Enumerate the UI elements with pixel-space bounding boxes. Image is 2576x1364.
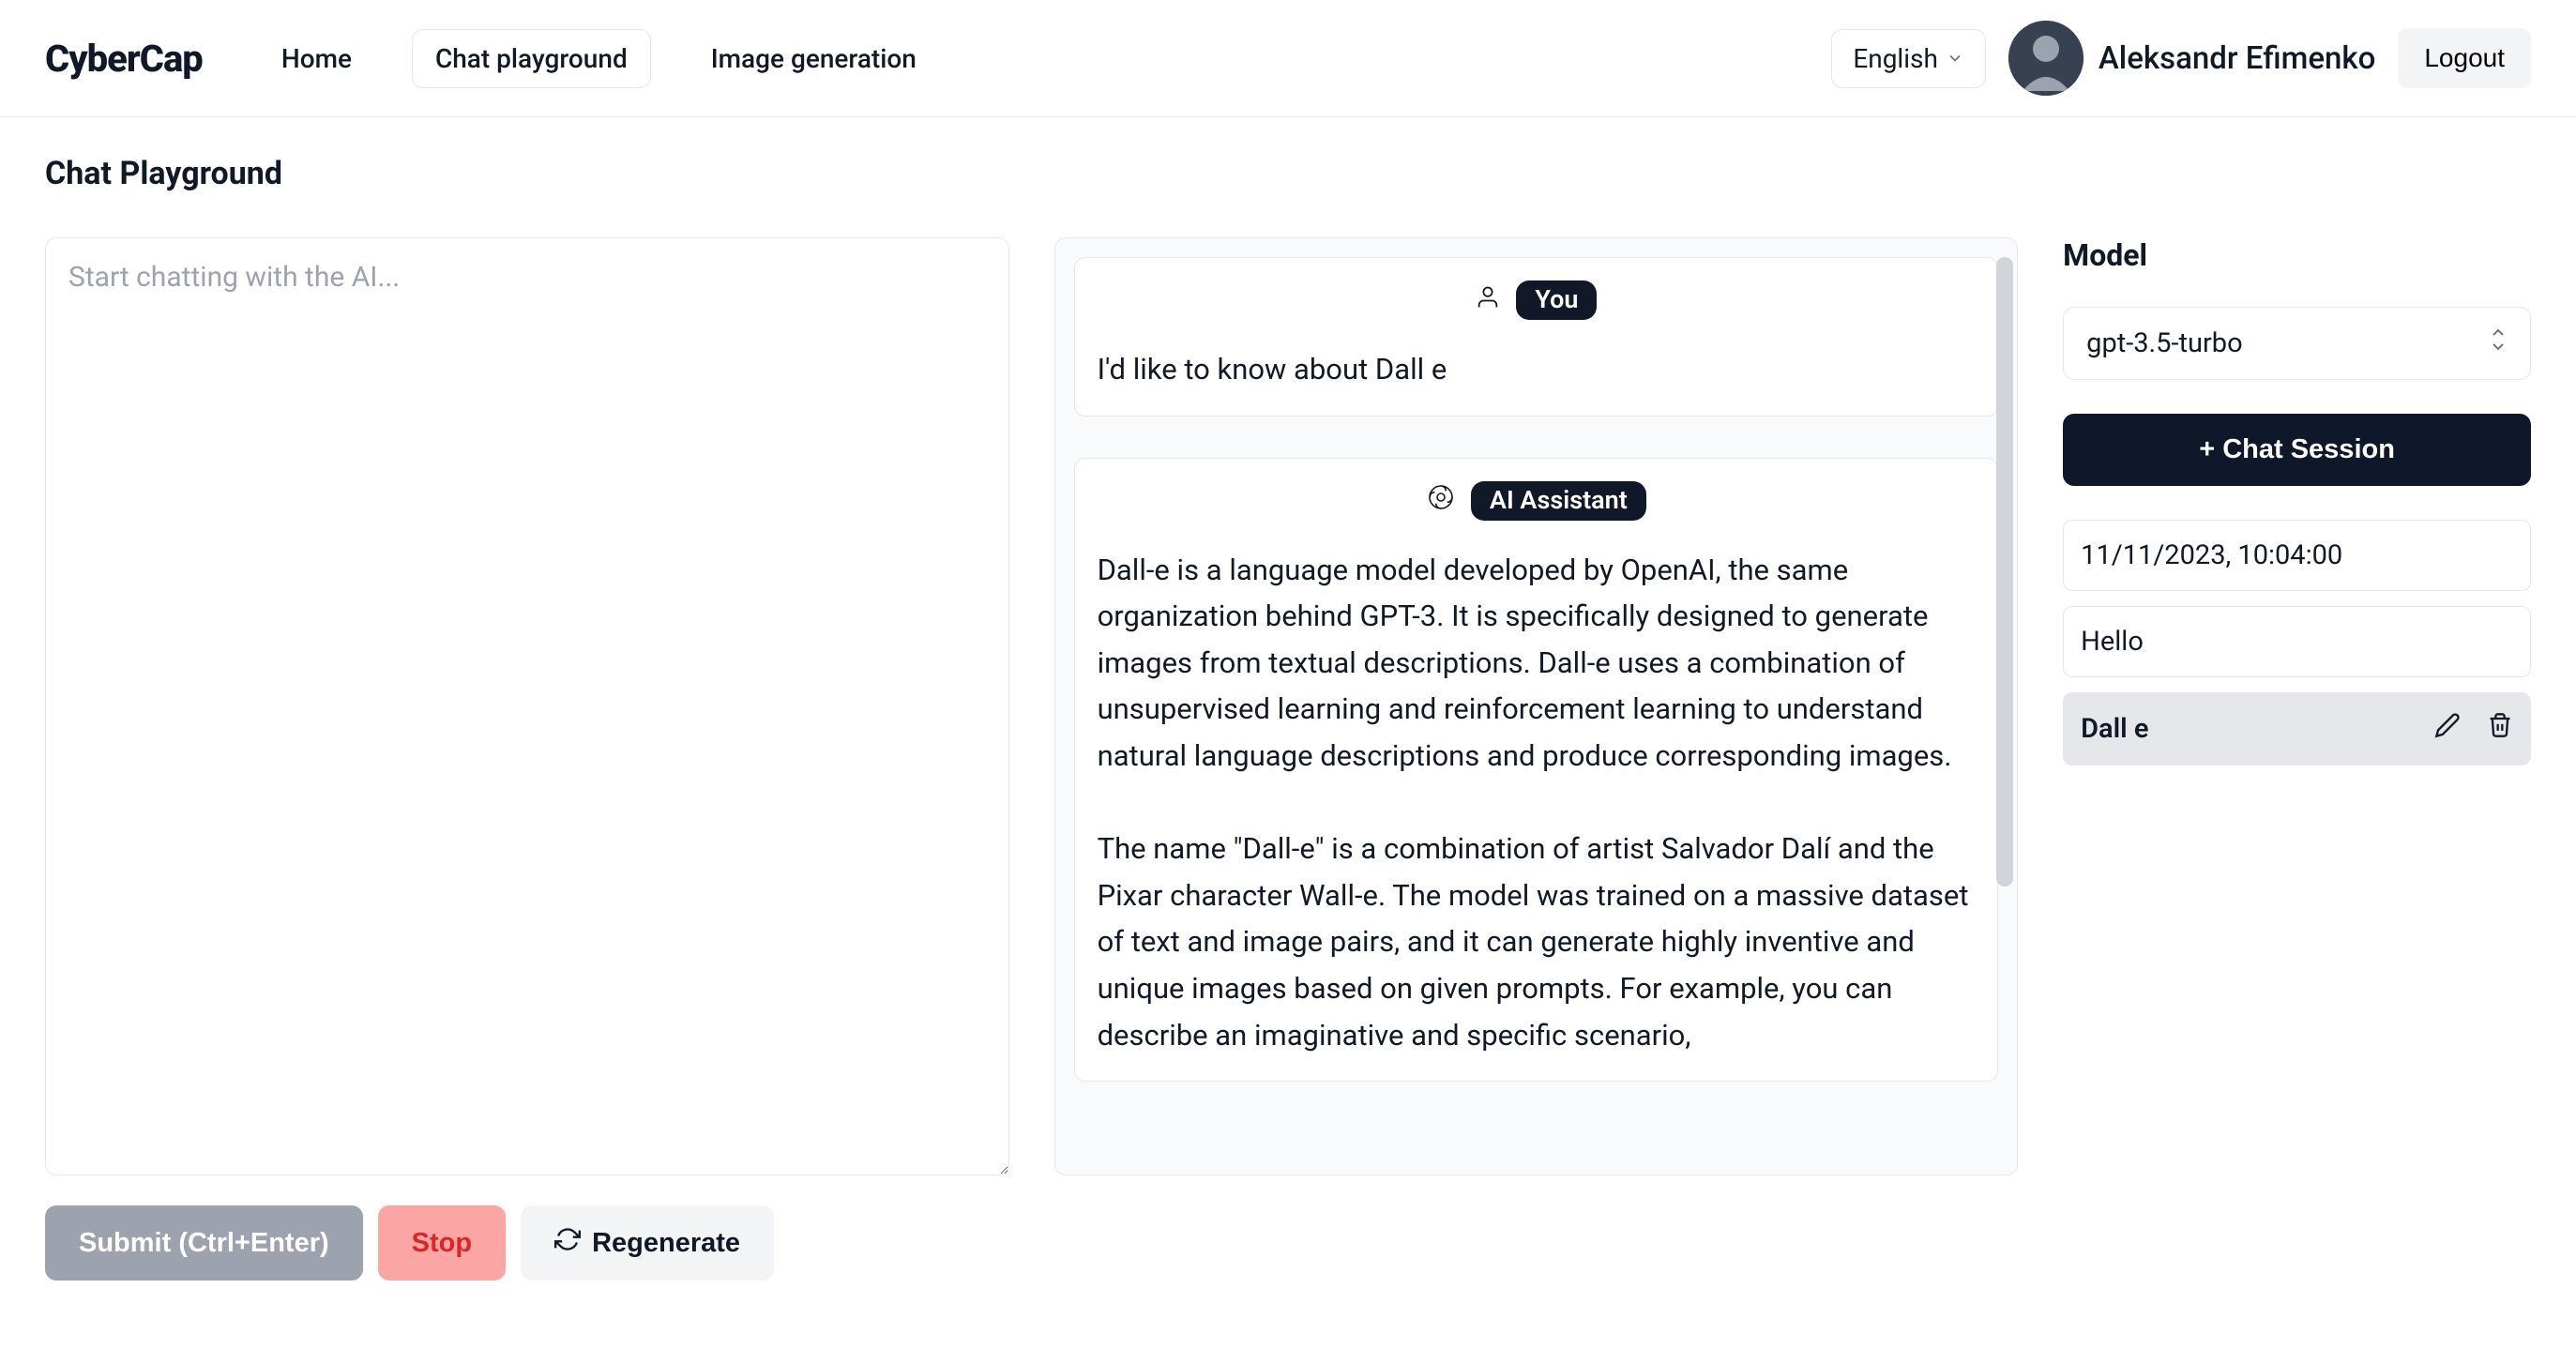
chat-input-column: Submit (Ctrl+Enter) Stop Regenerate — [45, 237, 1009, 1281]
model-value: gpt-3.5-turbo — [2086, 327, 2242, 359]
user-icon — [1475, 284, 1501, 317]
session-list: 11/11/2023, 10:04:00 Hello Dall e — [2063, 520, 2531, 765]
chat-messages-panel: You I'd like to know about Dall e AI Ass… — [1054, 237, 2019, 1175]
regenerate-button[interactable]: Regenerate — [521, 1205, 774, 1281]
sidebar: Model gpt-3.5-turbo + Chat Session 11/11… — [2063, 237, 2531, 1281]
session-item-active[interactable]: Dall e — [2063, 692, 2531, 765]
message-card-user: You I'd like to know about Dall e — [1074, 257, 1999, 417]
select-updown-icon — [2489, 326, 2508, 360]
avatar — [2008, 21, 2084, 96]
edit-icon[interactable] — [2434, 712, 2461, 746]
message-card-assistant: AI Assistant Dall-e is a language model … — [1074, 458, 1999, 1083]
session-title: Dall e — [2081, 713, 2148, 745]
nav-chat-playground[interactable]: Chat playground — [412, 29, 651, 88]
brand-logo[interactable]: CyberCap — [45, 37, 203, 81]
new-chat-session-button[interactable]: + Chat Session — [2063, 414, 2531, 486]
header: CyberCap Home Chat playground Image gene… — [0, 0, 2576, 117]
main-content: Chat Playground Submit (Ctrl+Enter) Stop… — [0, 117, 2576, 1318]
session-item[interactable]: 11/11/2023, 10:04:00 — [2063, 520, 2531, 591]
action-buttons: Submit (Ctrl+Enter) Stop Regenerate — [45, 1205, 1009, 1281]
chevron-down-icon — [1946, 49, 1964, 68]
nav-image-generation[interactable]: Image generation — [689, 30, 939, 87]
user-block[interactable]: Aleksandr Efimenko — [2008, 21, 2375, 96]
model-label: Model — [2063, 237, 2531, 273]
regenerate-label: Regenerate — [592, 1228, 740, 1259]
chat-input[interactable] — [45, 237, 1009, 1175]
logout-button[interactable]: Logout — [2398, 28, 2531, 88]
language-value: English — [1853, 43, 1938, 74]
session-actions — [2434, 712, 2513, 746]
page-title: Chat Playground — [45, 155, 2531, 192]
role-badge-you: You — [1516, 280, 1597, 320]
header-left: CyberCap Home Chat playground Image gene… — [45, 29, 939, 88]
message-content: I'd like to know about Dall e — [1098, 346, 1976, 393]
ai-icon — [1426, 482, 1456, 519]
content-grid: Submit (Ctrl+Enter) Stop Regenerate — [45, 237, 2531, 1281]
username: Aleksandr Efimenko — [2099, 40, 2375, 77]
session-title: 11/11/2023, 10:04:00 — [2081, 539, 2342, 571]
scrollbar[interactable] — [1991, 257, 2013, 1156]
submit-button[interactable]: Submit (Ctrl+Enter) — [45, 1205, 363, 1281]
trash-icon[interactable] — [2487, 712, 2513, 746]
language-select[interactable]: English — [1831, 29, 1986, 88]
message-header: AI Assistant — [1098, 481, 1976, 521]
message-content: Dall-e is a language model developed by … — [1098, 547, 1976, 1059]
header-right: English Aleksandr Efimenko Logout — [1831, 21, 2531, 96]
message-header: You — [1098, 280, 1976, 320]
refresh-icon — [554, 1226, 581, 1260]
nav-home[interactable]: Home — [259, 30, 374, 87]
role-badge-ai: AI Assistant — [1471, 481, 1646, 521]
stop-button[interactable]: Stop — [378, 1205, 506, 1281]
model-select[interactable]: gpt-3.5-turbo — [2063, 307, 2531, 380]
main-nav: Home Chat playground Image generation — [259, 29, 939, 88]
scrollbar-thumb[interactable] — [1996, 257, 2013, 887]
session-item[interactable]: Hello — [2063, 606, 2531, 677]
session-title: Hello — [2081, 626, 2144, 658]
